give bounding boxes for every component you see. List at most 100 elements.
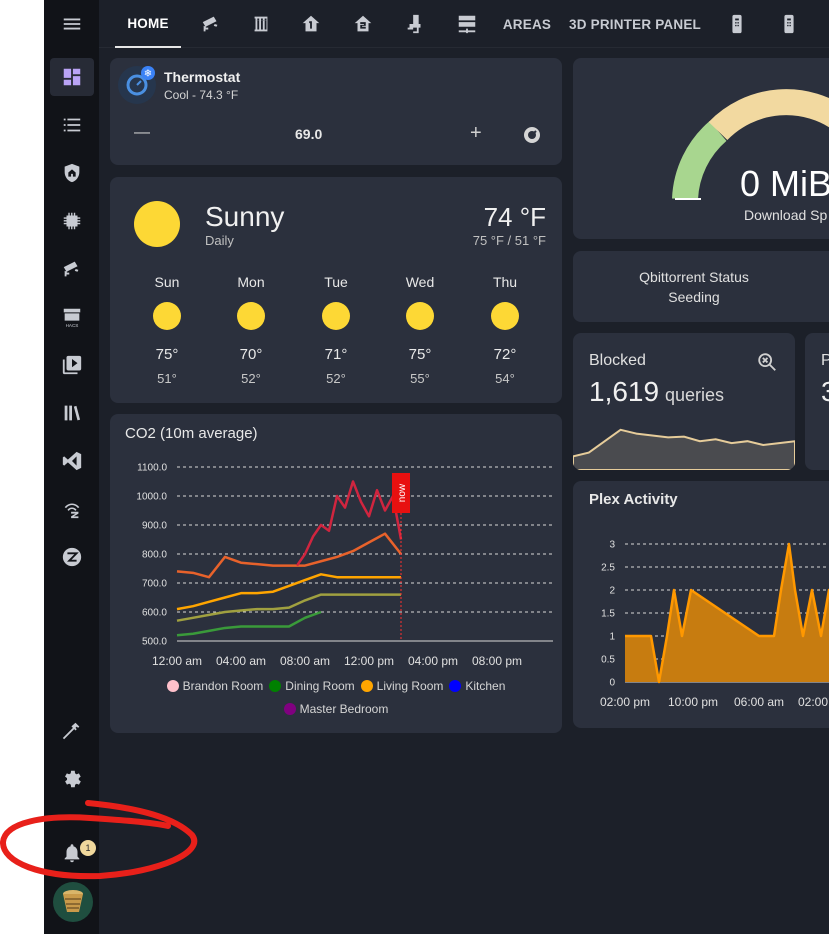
forecast-day: Sun [154,274,180,290]
forecast-high: 75° [155,346,179,363]
series-line [176,532,402,579]
weather-condition: Sunny [205,201,285,232]
y-tick-label: 0.5 [601,655,615,666]
blocked-value: 1,619 [589,376,660,407]
co2-title: CO2 (10m average) [125,425,258,442]
menu-icon[interactable] [44,0,99,48]
thermostat-icon[interactable]: ❄ [118,66,156,104]
overview-icon[interactable] [50,58,94,96]
legend-item[interactable]: Brandon Room [166,675,263,698]
logbook-icon[interactable] [50,106,94,144]
secondary-stat-title: P [821,352,829,369]
series-line [176,593,401,622]
thermostat-card: ❄ Thermostat Cool - 74.3 °F — 69.0 + [110,58,562,165]
sun-icon [406,302,434,330]
y-tick-label: 3 [609,540,615,551]
legend-item[interactable]: Master Bedroom [283,698,389,721]
blocked-sparkline [573,428,795,470]
home-floor-1-icon [302,15,320,32]
tab-3d-printer-panel[interactable]: 3D PRINTER PANEL [565,0,705,48]
avatar[interactable] [53,882,93,922]
legend-item[interactable]: Kitchen [449,675,505,698]
tab-remote-2[interactable] [769,0,809,48]
legend-swatch [449,680,462,692]
x-tick-label: 12:00 pm [344,654,394,668]
cctv-icon[interactable] [50,250,94,288]
x-tick-label: 12:00 am [152,654,202,668]
sun-icon [491,302,519,330]
forecast-low: 52° [326,371,346,386]
forecast-high: 75° [408,346,432,363]
y-tick-label: 700.0 [142,579,167,590]
tab-home[interactable]: HOME [115,0,181,48]
secondary-stat-value: 3 [821,376,829,407]
legend-label: Master Bedroom [299,702,389,716]
co2-chart: 500.0 600.0 700.0 800.0 900.0 1000.0 1100.0 12:… [136,463,553,668]
close-search-icon[interactable] [756,351,778,373]
media-icon[interactable] [50,346,94,384]
remote-icon [784,14,794,34]
vscode-icon[interactable] [50,442,94,480]
x-tick-label: 04:00 am [216,654,266,668]
legend-item[interactable]: Living Room [360,675,443,698]
zwave-icon[interactable] [50,490,94,528]
qbittorrent-status: Seeding [668,289,720,305]
home-floor-2-icon [354,15,372,32]
decrease-temp-button[interactable]: — [134,124,150,142]
tab-floor-2[interactable] [343,0,383,48]
sun-icon [153,302,181,330]
water-pump-icon [407,14,421,34]
svg-text:❄: ❄ [144,69,152,80]
forecast-low: 51° [157,371,177,386]
increase-temp-button[interactable]: + [470,122,482,145]
co2-card: CO2 (10m average) 500.0 600.0 700.0 800.0 90… [110,414,562,733]
weather-temp: 74 °F [483,202,546,232]
radiator-icon [254,16,268,32]
sidebar: HACS 1 [44,0,99,934]
top-nav-bar: HOME AREAS 3D PRINTER PANEL [63,0,829,48]
qbittorrent-card[interactable]: Qbittorrent Status Seeding [573,251,829,322]
download-speed-card: 0 MiB Download Sp [573,58,829,239]
tab-remote-1[interactable] [717,0,757,48]
y-tick-label: 1.5 [601,609,615,620]
legend-swatch [360,680,373,692]
forecast-low: 54° [495,371,515,386]
blocked-card: Blocked 1,619 queries [573,333,795,470]
library-icon[interactable] [50,394,94,432]
notifications-icon[interactable]: 1 [50,834,96,872]
server-icon [458,15,476,34]
hammer-icon[interactable] [50,712,94,750]
gear-icon[interactable] [50,760,94,798]
blocked-area [573,428,795,470]
sun-icon [322,302,350,330]
legend-label: Dining Room [285,679,355,693]
tab-floor-1[interactable] [291,0,331,48]
blocked-unit: queries [665,385,725,405]
download-label: Download Sp [744,207,828,223]
y-tick-label: 0 [609,678,615,689]
app-root: HACS 1 HOME AREAS 3D PRINTER PANEL ❄ The… [44,0,829,934]
x-tick-label: 06:00 am [734,695,784,709]
remote-icon [732,14,742,34]
tab-pump[interactable] [395,0,435,48]
tab-server[interactable] [447,0,487,48]
plex-title: Plex Activity [589,491,678,508]
plex-chart: 0 0.5 1 1.5 2 2.5 3 02:00 pm 10:00 pm 06:00 am 02:… [600,540,829,709]
download-value: 0 MiB [740,163,829,204]
tab-radiator[interactable] [241,0,281,48]
y-tick-label: 500.0 [142,637,167,648]
tab-cctv[interactable] [191,0,231,48]
blocked-title: Blocked [589,352,646,369]
x-tick-label: 10:00 pm [668,695,718,709]
shield-home-icon[interactable] [50,154,94,192]
chip-icon[interactable] [50,202,94,240]
legend-item[interactable]: Dining Room [269,675,355,698]
hacs-icon[interactable]: HACS [50,298,94,336]
tab-areas[interactable]: AREAS [497,0,557,48]
thermostat-mode-icon[interactable] [522,125,542,145]
x-tick-label: 04:00 pm [408,654,458,668]
cctv-icon [202,16,218,32]
zigbee-icon[interactable] [50,538,94,576]
setpoint-value: 69.0 [295,126,323,142]
series-line [176,610,322,637]
